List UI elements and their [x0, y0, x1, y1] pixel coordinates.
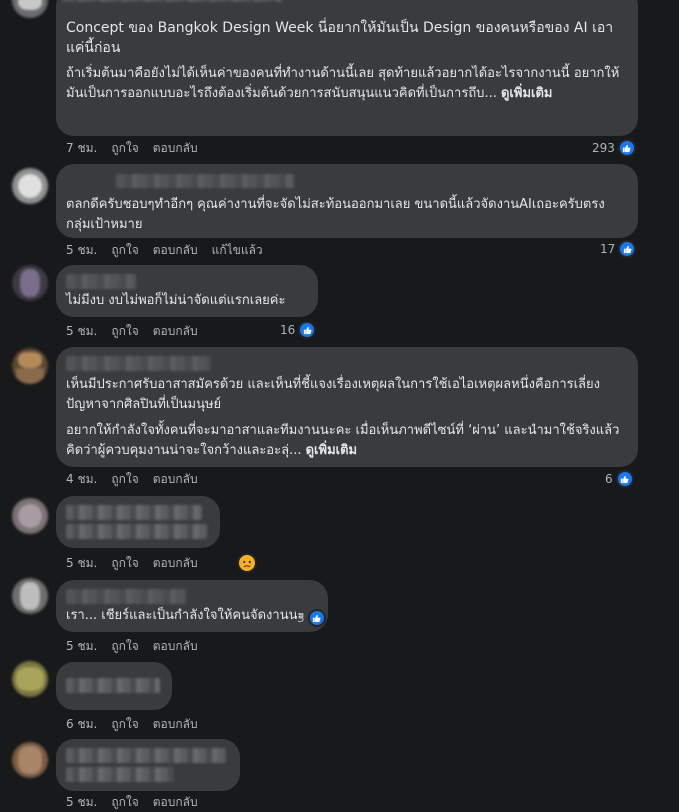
sad-reaction-icon[interactable]: [237, 553, 257, 573]
comment-time[interactable]: 5 ชม.: [66, 637, 97, 656]
comment-time[interactable]: 5 ชม.: [66, 322, 97, 341]
comment-text-redacted: [66, 524, 208, 539]
comment-time[interactable]: 6 ชม.: [66, 715, 97, 734]
comment-time[interactable]: 4 ชม.: [66, 470, 97, 489]
reaction-count: 293: [592, 141, 615, 155]
reaction-summary[interactable]: 293: [592, 139, 636, 157]
like-button[interactable]: ถูกใจ: [111, 637, 138, 656]
like-button[interactable]: ถูกใจ: [111, 715, 138, 734]
like-button[interactable]: ถูกใจ: [111, 554, 138, 573]
reply-button[interactable]: ตอบกลับ: [153, 241, 198, 260]
like-button[interactable]: ถูกใจ: [111, 139, 138, 158]
comment-time[interactable]: 7 ชม.: [66, 139, 97, 158]
reply-button[interactable]: ตอบกลับ: [153, 322, 198, 341]
avatar[interactable]: [12, 168, 48, 204]
reaction-summary[interactable]: 16: [280, 321, 317, 339]
commenter-name-redacted[interactable]: [62, 0, 282, 2]
edited-label[interactable]: แก้ไขแล้ว: [212, 241, 263, 260]
avatar[interactable]: [12, 265, 48, 301]
comment-bubble: Concept ของ Bangkok Design Week นี่อยากใ…: [56, 0, 638, 136]
commenter-name-redacted[interactable]: [66, 589, 186, 604]
comment-text-redacted: [66, 767, 174, 782]
comment-text: เรา... เชียร์และเป็นกำลังใจให้คนจัดงานนะ: [66, 608, 305, 623]
reaction-count: 16: [280, 323, 296, 337]
reaction-count: 3: [297, 611, 305, 625]
comment-text-redacted: [66, 748, 226, 763]
avatar[interactable]: [12, 0, 48, 18]
comment-actions: 4 ชม. ถูกใจ ตอบกลับ: [66, 471, 198, 487]
comment-bubble: ตลกดีครับชอบๆทำอีกๆ คุณค่างานที่จะจัดไม่…: [56, 164, 638, 238]
comment-text-redacted: [66, 505, 202, 520]
avatar[interactable]: [12, 661, 48, 697]
reply-button[interactable]: ตอบกลับ: [153, 793, 198, 812]
reaction-summary[interactable]: 6: [605, 470, 634, 488]
like-button[interactable]: ถูกใจ: [111, 322, 138, 341]
comment-bubble: [56, 496, 220, 548]
comment-actions: 5 ชม. ถูกใจ ตอบกลับ: [66, 638, 198, 654]
reaction-summary[interactable]: 17: [600, 240, 637, 258]
like-icon: [307, 609, 326, 627]
comment-bubble: [56, 739, 240, 791]
commenter-name-redacted[interactable]: [116, 174, 294, 188]
avatar[interactable]: [12, 742, 48, 778]
comment-bubble: เห็นมีประกาศรับอาสาสมัครด้วย และเห็นที่ช…: [56, 347, 638, 467]
reply-button[interactable]: ตอบกลับ: [153, 637, 198, 656]
comment-time[interactable]: 5 ชม.: [66, 554, 97, 573]
reply-button[interactable]: ตอบกลับ: [153, 715, 198, 734]
avatar[interactable]: [12, 348, 48, 384]
reaction-summary[interactable]: 3: [297, 609, 326, 627]
avatar[interactable]: [12, 498, 48, 534]
comment-text-paragraph: ถ้าเริ่มต้นมาคือยังไม่ได้เห็นค่าของคนที่…: [66, 64, 626, 104]
comment-time[interactable]: 5 ชม.: [66, 793, 97, 812]
comment-text: ตลกดีครับชอบๆทำอีกๆ คุณค่างานที่จะจัดไม่…: [66, 197, 605, 232]
comment-actions: 5 ชม. ถูกใจ ตอบกลับ แก้ไขแล้ว: [66, 242, 263, 258]
comment-time[interactable]: 5 ชม.: [66, 241, 97, 260]
commenter-name-redacted[interactable]: [66, 356, 211, 371]
like-button[interactable]: ถูกใจ: [111, 470, 138, 489]
comment-text-redacted: [66, 678, 160, 693]
see-more-link[interactable]: ดูเพิ่มเติม: [501, 86, 552, 101]
avatar[interactable]: [12, 578, 48, 614]
like-icon: [298, 321, 317, 339]
comment-text-paragraph: อยากให้กำลังใจทั้งคนที่จะมาอาสาและทีมงาน…: [66, 421, 626, 461]
comment-text: Concept ของ Bangkok Design Week นี่อยากใ…: [66, 20, 614, 56]
reply-button[interactable]: ตอบกลับ: [153, 139, 198, 158]
reply-button[interactable]: ตอบกลับ: [153, 554, 198, 573]
comment-actions: 6 ชม. ถูกใจ ตอบกลับ: [66, 716, 198, 732]
comment-actions: 7 ชม. ถูกใจ ตอบกลับ: [66, 140, 198, 156]
like-icon: [617, 139, 636, 157]
comment-bubble: [56, 662, 172, 710]
like-button[interactable]: ถูกใจ: [111, 793, 138, 812]
reply-button[interactable]: ตอบกลับ: [153, 470, 198, 489]
see-more-link[interactable]: ดูเพิ่มเติม: [306, 443, 357, 458]
reaction-count: 6: [605, 472, 613, 486]
comment-bubble: ไม่มีงบ งบไม่พอก็ไม่น่าจัดแต่แรกเลยค่ะ: [56, 265, 318, 317]
comment-text: เห็นมีประกาศรับอาสาสมัครด้วย และเห็นที่ช…: [66, 377, 600, 412]
comment-actions: 5 ชม. ถูกใจ ตอบกลับ: [66, 555, 198, 571]
like-icon: [618, 240, 637, 258]
like-button[interactable]: ถูกใจ: [111, 241, 138, 260]
comment-bubble: เรา... เชียร์และเป็นกำลังใจให้คนจัดงานนะ: [56, 580, 328, 632]
commenter-name-redacted[interactable]: [66, 274, 136, 289]
reaction-count: 17: [600, 242, 616, 256]
comment-actions: 5 ชม. ถูกใจ ตอบกลับ: [66, 794, 198, 810]
comment-text: ไม่มีงบ งบไม่พอก็ไม่น่าจัดแต่แรกเลยค่ะ: [66, 293, 286, 308]
like-icon: [615, 470, 634, 488]
comment-actions: 5 ชม. ถูกใจ ตอบกลับ: [66, 323, 198, 339]
